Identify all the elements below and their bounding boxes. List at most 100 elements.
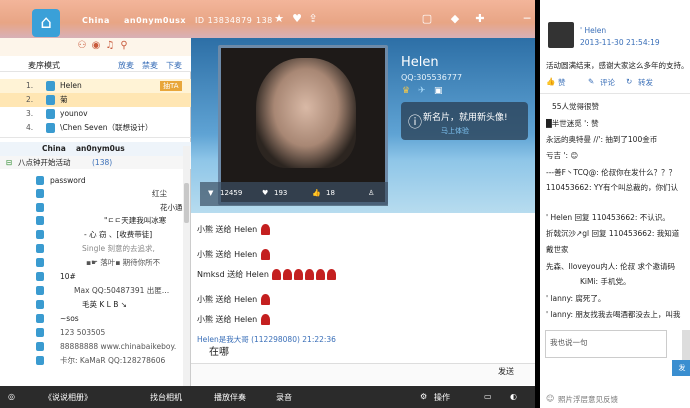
comment-item: █半世迷觅 ': 赞 (546, 119, 599, 128)
repost-button[interactable]: 转发 (638, 77, 653, 88)
comment-send-button[interactable]: 发 (672, 360, 690, 376)
member-row[interactable]: ~sos (0, 312, 183, 325)
release-mic-link[interactable]: 放麦 (118, 60, 134, 71)
avatar[interactable] (548, 22, 574, 48)
mic-mode-dropdown[interactable]: 麦序模式 (28, 60, 60, 71)
feedback-icon: ☺ (546, 394, 555, 403)
repost-icon[interactable]: ↻ (626, 77, 632, 86)
user-id: ID 13834879 (195, 16, 253, 25)
member-row[interactable]: 123 503505 (0, 326, 183, 339)
collapse-icon[interactable]: ⊟ (6, 156, 12, 169)
member-row[interactable]: 10# (0, 270, 183, 283)
member-row[interactable]: "ㄷㄷ天建我叫冰寒 (0, 214, 183, 227)
host-video[interactable] (218, 45, 388, 205)
playlist-icon[interactable]: ◎ (8, 392, 15, 401)
feedback-link[interactable]: 照片浮层意见反馈 (558, 394, 618, 405)
member-group[interactable]: ⊟ 八点钟开始活动 (138) (0, 156, 191, 169)
send-button[interactable]: 发送 (498, 366, 514, 377)
record-button[interactable]: 录音 (276, 392, 292, 403)
user-icon (36, 356, 44, 365)
mic-list-item[interactable]: 1. Helen 抽TA (0, 79, 191, 93)
comment-item: 亏吉 ': 😊 (546, 151, 579, 160)
home-icon[interactable]: ⌂ (32, 9, 60, 37)
game-icon[interactable]: ✚ (473, 12, 487, 26)
rose-icon (327, 269, 337, 280)
music-icon[interactable]: ♫ (104, 40, 116, 52)
member-row[interactable]: ▪☛ 落叶▪ 期待你所不 (0, 256, 183, 269)
twitter-icon[interactable]: ✈ (418, 86, 426, 96)
likes-count: 55人觉得很赞 (552, 102, 600, 111)
heart-icon[interactable]: ♥ (262, 189, 268, 197)
title-bar: ⌂ China an0nym0usx ID 13834879 138 ★ ♥ ⇪… (0, 0, 535, 38)
comment-item: ' Helen 回复 110453662: 不认识。 (546, 213, 670, 222)
left-toolbar: ⚇ ◉ ♫ ⚲ (0, 38, 191, 56)
room-header[interactable]: China an0nym0us (0, 142, 191, 156)
minimize-icon[interactable]: ─ (520, 12, 534, 26)
window-icon[interactable]: ▢ (420, 12, 434, 26)
avatar (46, 123, 55, 133)
member-row[interactable]: 红尘 (0, 187, 183, 200)
divider (0, 137, 191, 138)
operate-button[interactable]: 操作 (434, 392, 450, 403)
try-now-link[interactable]: 马上体验 (441, 126, 469, 136)
member-row[interactable]: 88888888 www.chinabaikeboy. (0, 340, 183, 353)
user-name-2: an0nym0usx (124, 16, 187, 25)
comment-scrollbar[interactable] (682, 330, 690, 360)
group-icon[interactable]: ⚇ (76, 40, 88, 52)
heart-icon[interactable]: ♥ (290, 12, 304, 26)
card-icon[interactable]: ▣ (434, 86, 443, 96)
star-icon[interactable]: ★ (272, 12, 286, 26)
mic-list-item[interactable]: 4. \Chen Seven（联想设计） (0, 121, 191, 135)
weibo-time: 2013-11-30 21:54:19 (580, 38, 660, 47)
like-count: 18 (326, 189, 335, 197)
user-icon (36, 176, 44, 185)
member-row[interactable]: Single 刻意的去追求, (0, 242, 183, 255)
member-row[interactable]: 毛英 K L B ↘ (0, 298, 183, 311)
user-icon (36, 272, 44, 281)
comment-input[interactable]: 我也说一句 (545, 330, 667, 358)
search-icon[interactable]: ⚲ (118, 40, 130, 52)
like-icon[interactable]: 👍 (546, 77, 555, 86)
member-row[interactable]: password (0, 174, 183, 187)
settings-icon[interactable]: ⚙ (420, 392, 427, 401)
location-icon[interactable]: ◉ (90, 40, 102, 52)
chat-input[interactable] (191, 363, 535, 385)
like-button[interactable]: 赞 (558, 77, 566, 88)
weibo-user[interactable]: ' Helen (580, 26, 606, 35)
user-name-1: China (82, 16, 110, 25)
user-icon (36, 258, 44, 267)
member-row[interactable]: Max QQ:50487391 出匿… (0, 284, 183, 297)
comment-item: 折戟沉沙↗gl 回复 110453662: 我知道 (546, 229, 680, 238)
ban-mic-link[interactable]: 禁麦 (142, 60, 158, 71)
drop-mic-link[interactable]: 下麦 (166, 60, 182, 71)
mic-list-item[interactable]: 2. 菊 (0, 93, 191, 107)
comment-icon[interactable]: ✎ (588, 77, 594, 86)
thumbs-up-icon[interactable]: 👍 (312, 189, 321, 197)
member-row[interactable]: - 心 窃 、[收费带徒] (0, 228, 183, 241)
comment-item: 110453662: YY有个叫总裁的，你们认 (546, 183, 679, 192)
comment-button[interactable]: 评论 (600, 77, 615, 88)
fullscreen-icon[interactable]: ▭ (484, 392, 492, 401)
channel-icon[interactable]: ◆ (448, 12, 462, 26)
playlist-label[interactable]: 《说说相册》 (44, 392, 92, 403)
scrollbar-thumb[interactable] (184, 183, 189, 223)
namecard-promo[interactable]: ⓘ 新名片，就用新头像! 马上体验 (401, 102, 528, 140)
mic-list-item[interactable]: 3. younov (0, 107, 191, 121)
accompaniment-button[interactable]: 播放伴奏 (214, 392, 246, 403)
camera-button[interactable]: 找台相机 (150, 392, 182, 403)
member-row[interactable]: 卡尔: KaMaR QQ:128278606 (0, 354, 183, 367)
rose-icon (316, 269, 326, 280)
member-row[interactable]: 花小通 (0, 201, 183, 214)
tip-button[interactable]: 抽TA (160, 81, 182, 91)
chat-message: 小熊 送给 Helen (197, 223, 271, 237)
add-friend-icon[interactable]: ♙ (368, 189, 374, 197)
heart-count: 193 (274, 189, 288, 197)
rose-icon (305, 269, 315, 280)
user-icon (36, 244, 44, 253)
share-icon[interactable]: ⇪ (306, 12, 320, 26)
avatar (46, 109, 55, 119)
member-scrollbar[interactable] (183, 146, 190, 386)
user-icon (36, 328, 44, 337)
rose-icon (294, 269, 304, 280)
volume-icon[interactable]: ◐ (510, 392, 517, 401)
